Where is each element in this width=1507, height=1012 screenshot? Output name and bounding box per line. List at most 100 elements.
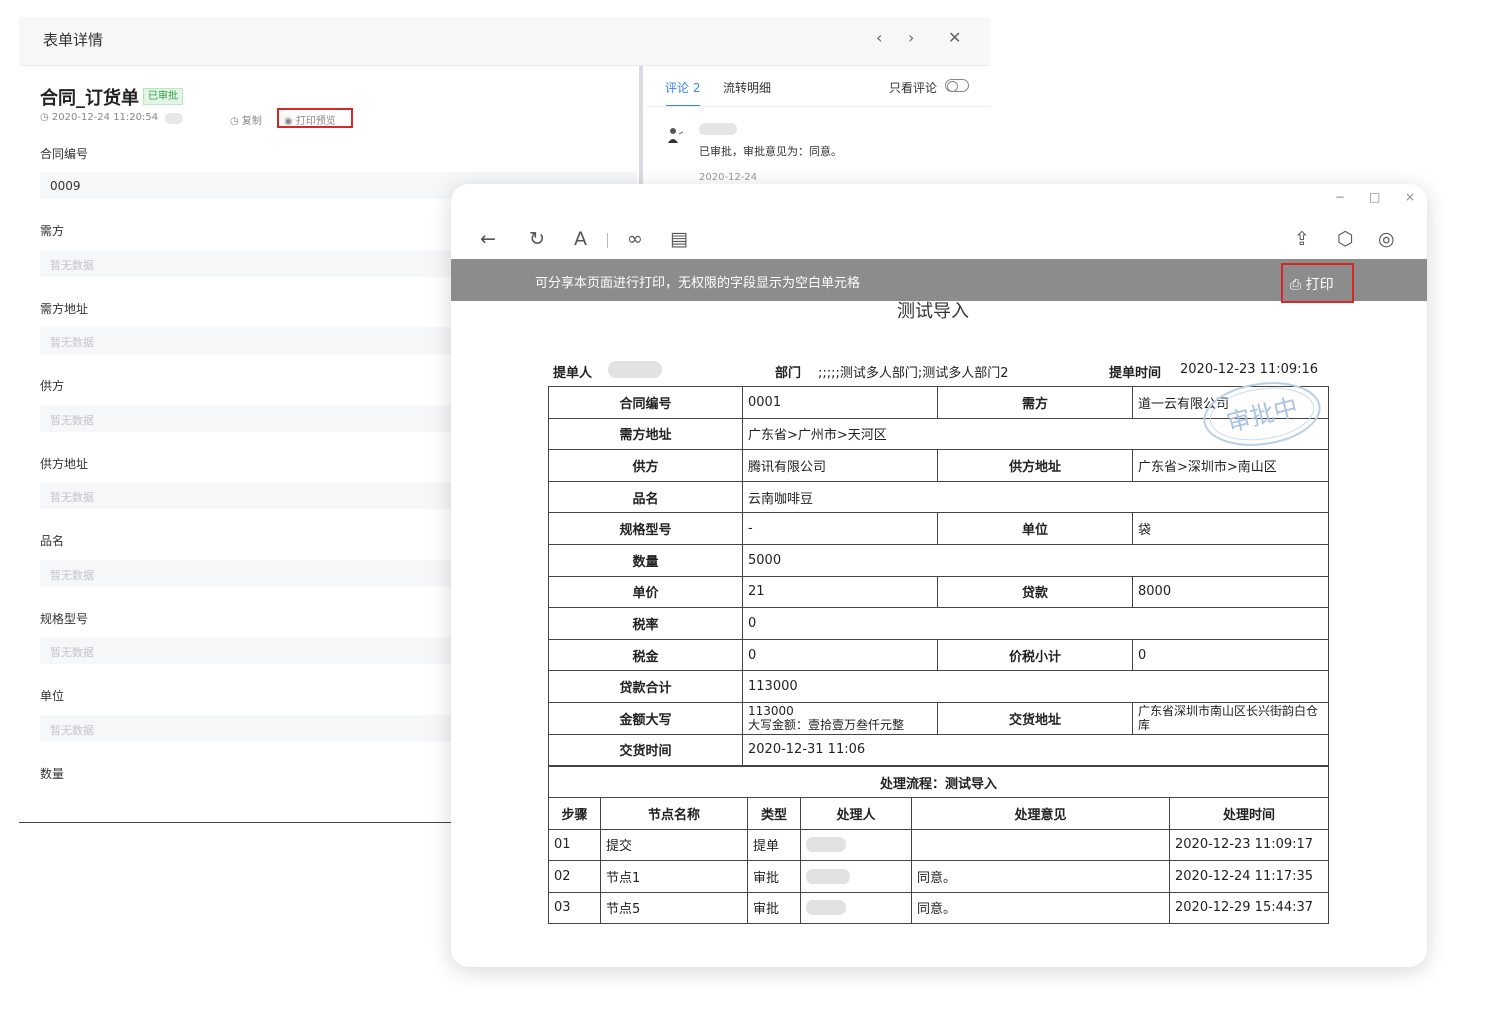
- form-name: 合同_订货单: [40, 88, 139, 109]
- status-badge: 已审批: [143, 88, 183, 105]
- process-title-row: 处理流程：测试导入: [547, 765, 1330, 799]
- column-header: 处理时间: [1168, 797, 1330, 830]
- print-banner: 可分享本页面进行打印，无权限的字段显示为空白单元格 ⎙ 打印: [451, 259, 1427, 303]
- field-label-supplier: 供方: [40, 379, 65, 393]
- cell-label: 贷款: [937, 575, 1133, 609]
- commenter-avatar: [668, 128, 684, 143]
- cell-value: 0: [742, 607, 1329, 640]
- link-icon[interactable]: ∞: [627, 229, 643, 249]
- opinion-cell: 同意。: [911, 860, 1170, 893]
- only-comments-label: 只看评论: [889, 81, 938, 95]
- table-row: 数量 5000: [548, 543, 1329, 577]
- maximize-icon[interactable]: □: [1369, 190, 1380, 204]
- step-cell: 03: [548, 891, 601, 924]
- handler-cell-blurred: [800, 828, 912, 862]
- cube-icon[interactable]: ⬡: [1337, 229, 1354, 249]
- cell-value: 广东省>广州市>天河区: [742, 417, 1329, 451]
- detail-title: 表单详情: [43, 31, 104, 49]
- table-row: 税率 0: [548, 607, 1329, 640]
- node-cell: 节点5: [600, 891, 748, 924]
- cell-label: 需方: [937, 386, 1133, 419]
- banner-text: 可分享本页面进行打印，无权限的字段显示为空白单元格: [535, 276, 861, 291]
- table-row: 合同编号 0001 需方 道一云有限公司: [548, 386, 1329, 419]
- tab-flow-detail[interactable]: 流转明细: [723, 79, 771, 96]
- print-preview-window: − □ × ← ↻ A ∞ ▤ ⇪ ⬡ ◎ 可分享本页面进行打印，无权限的字段显…: [451, 184, 1427, 967]
- node-cell: 提交: [600, 828, 748, 862]
- table-row: 交货时间 2020-12-31 11:06: [548, 733, 1329, 767]
- time-cell: 2020-12-29 15:44:37: [1168, 891, 1330, 924]
- time-cell: 2020-12-23 11:09:17: [1168, 828, 1330, 862]
- cell-value: -: [742, 512, 938, 545]
- font-size-icon[interactable]: A: [574, 229, 587, 249]
- cell-value: 2020-12-31 11:06: [742, 733, 1329, 767]
- process-header-row: 步骤 节点名称 类型 处理人 处理意见 处理时间: [548, 797, 1330, 830]
- creator-avatar-blurred: [165, 113, 183, 124]
- process-title: 处理流程：测试导入: [547, 765, 1330, 799]
- cell-label: 合同编号: [548, 386, 743, 419]
- refresh-icon[interactable]: ↻: [529, 229, 545, 249]
- table-row: 03 节点5 审批 同意。 2020-12-29 15:44:37: [548, 891, 1330, 924]
- table-row: 税金 0 价税小计 0: [548, 638, 1329, 672]
- toolbar-separator: [607, 233, 608, 248]
- cell-value: 0: [742, 638, 938, 672]
- close-icon[interactable]: ✕: [948, 29, 961, 47]
- cell-label: 价税小计: [937, 638, 1133, 672]
- print-button-label: 打印: [1305, 277, 1334, 293]
- copy-button[interactable]: ◷ 复制: [230, 112, 262, 127]
- step-cell: 01: [548, 828, 601, 862]
- print-preview-button[interactable]: ◉ 打印预览: [277, 108, 353, 128]
- cell-value: 0001: [742, 386, 938, 419]
- previous-icon[interactable]: ‹: [876, 29, 882, 47]
- contract-detail-table: 合同编号 0001 需方 道一云有限公司 需方地址 广东省>广州市>天河区 供方…: [548, 386, 1329, 767]
- only-comments-toggle[interactable]: [945, 79, 969, 92]
- field-label-buyer: 需方: [40, 224, 65, 238]
- opinion-cell: 同意。: [911, 891, 1170, 924]
- table-row: 02 节点1 审批 同意。 2020-12-24 11:17:35: [548, 860, 1330, 893]
- field-label-supplier-address: 供方地址: [40, 457, 89, 471]
- cell-label: 单价: [548, 575, 743, 609]
- column-header: 类型: [747, 797, 801, 830]
- cell-label: 数量: [548, 543, 743, 577]
- field-label-buyer-address: 需方地址: [40, 302, 89, 316]
- cell-value: 袋: [1132, 512, 1329, 545]
- field-label-contract-no: 合同编号: [40, 147, 89, 161]
- cell-value: 道一云有限公司: [1132, 386, 1329, 419]
- table-row: 需方地址 广东省>广州市>天河区: [548, 417, 1329, 451]
- department-label: 部门: [775, 366, 802, 381]
- submit-time-value: 2020-12-23 11:09:16: [1180, 362, 1319, 377]
- cell-value: 8000: [1132, 575, 1329, 609]
- cell-label: 贷款合计: [548, 670, 743, 703]
- type-cell: 审批: [747, 891, 801, 924]
- handler-cell-blurred: [800, 891, 912, 924]
- form-timestamp: ◷ 2020-12-24 11:20:54: [40, 112, 159, 123]
- window-icon[interactable]: ▤: [670, 229, 688, 249]
- comment-text: 已审批，审批意见为：同意。: [699, 145, 842, 158]
- next-icon[interactable]: ›: [908, 29, 914, 47]
- submitter-name-blurred: [608, 361, 662, 378]
- table-row: 01 提交 提单 2020-12-23 11:09:17: [548, 828, 1330, 862]
- field-label-spec: 规格型号: [40, 612, 89, 626]
- window-close-icon[interactable]: ×: [1405, 190, 1415, 204]
- cell-label: 规格型号: [548, 512, 743, 545]
- print-button[interactable]: ⎙ 打印: [1281, 263, 1354, 303]
- cell-label: 需方地址: [548, 417, 743, 451]
- cell-value: 0: [1132, 638, 1329, 672]
- cell-value: 5000: [742, 543, 1329, 577]
- printer-icon: ⎙: [1290, 277, 1302, 293]
- table-row: 金额大写 113000 大写金额：壹拾壹万叁仟元整 交货地址 广东省深圳市南山区长…: [548, 701, 1329, 735]
- comment-date: 2020-12-24: [699, 172, 758, 183]
- minimize-icon[interactable]: −: [1335, 190, 1345, 204]
- field-label-quantity: 数量: [40, 767, 65, 781]
- cell-value: 广东省深圳市南山区长兴街韵白仓库: [1132, 701, 1329, 735]
- tab-divider: [647, 106, 990, 107]
- target-icon[interactable]: ◎: [1378, 229, 1395, 249]
- commenter-name-blurred: [699, 123, 737, 135]
- cell-value: 云南咖啡豆: [742, 480, 1329, 514]
- cell-label: 交货地址: [937, 701, 1133, 735]
- cell-value: 广东省>深圳市>南山区: [1132, 449, 1329, 482]
- tab-comments[interactable]: 评论 2: [665, 79, 700, 96]
- panel-scrollbar[interactable]: [639, 66, 643, 186]
- share-icon[interactable]: ⇪: [1294, 229, 1310, 249]
- back-arrow-icon[interactable]: ←: [480, 229, 496, 249]
- opinion-cell: [911, 828, 1170, 862]
